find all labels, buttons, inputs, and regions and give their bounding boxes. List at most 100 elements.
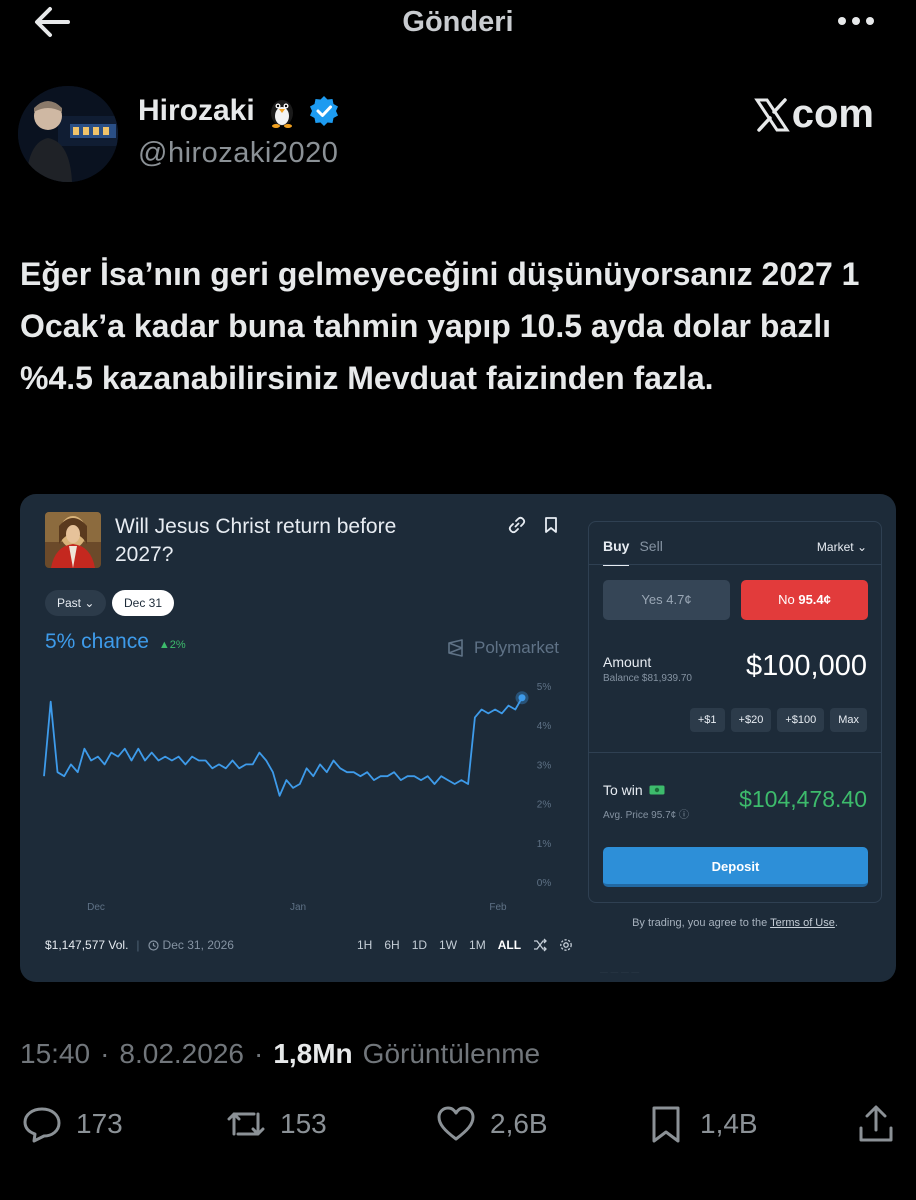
chance-readout: 5% chance ▲2% bbox=[45, 630, 186, 654]
chance-value: 5% chance bbox=[45, 630, 149, 653]
deposit-button[interactable]: Deposit bbox=[603, 847, 868, 887]
tweet-date[interactable]: 8.02.2026 bbox=[119, 1038, 244, 1070]
polymarket-logo-icon bbox=[448, 639, 463, 657]
separator: · bbox=[100, 1038, 110, 1069]
range-1d[interactable]: 1D bbox=[412, 938, 427, 952]
order-type-label: Market bbox=[816, 540, 854, 554]
chip-plus-100[interactable]: +$100 bbox=[777, 708, 825, 732]
x-logo-icon bbox=[753, 97, 790, 132]
tab-sell[interactable]: Sell bbox=[639, 538, 662, 554]
link-icon[interactable] bbox=[508, 516, 526, 534]
tweet-time[interactable]: 15:40 bbox=[20, 1038, 90, 1070]
shuffle-icon[interactable] bbox=[533, 938, 547, 952]
x-com-watermark: com bbox=[753, 92, 874, 137]
order-type-dropdown[interactable]: Market ⌄ bbox=[817, 540, 867, 554]
to-win-row: To win bbox=[603, 782, 665, 798]
chip-max[interactable]: Max bbox=[830, 708, 867, 732]
amount-label: Amount bbox=[603, 654, 652, 670]
amount-input[interactable]: $100,000 bbox=[746, 650, 867, 683]
repost-icon bbox=[227, 1112, 265, 1136]
amount-chips: +$1 +$20 +$100 Max bbox=[689, 708, 867, 732]
chip-plus-1[interactable]: +$1 bbox=[689, 708, 725, 732]
money-icon bbox=[649, 785, 665, 795]
reply-icon bbox=[23, 1107, 61, 1143]
filter-date-pill[interactable]: Dec 31 bbox=[112, 590, 175, 616]
range-1h[interactable]: 1H bbox=[357, 938, 372, 952]
share-icon bbox=[859, 1105, 893, 1142]
to-win-label: To win bbox=[603, 782, 643, 798]
range-all[interactable]: ALL bbox=[498, 938, 521, 952]
range-1m[interactable]: 1M bbox=[469, 938, 486, 952]
terms-suffix: . bbox=[834, 917, 838, 929]
bookmark-icon bbox=[652, 1106, 680, 1143]
range-1w[interactable]: 1W bbox=[439, 938, 457, 952]
balance-text: Balance $81,939.70 bbox=[603, 673, 692, 684]
divider bbox=[589, 564, 881, 565]
probability-chart[interactable]: 5% 4% 3% 2% 1% 0% Dec Jan Feb bbox=[40, 674, 560, 914]
end-date-text: Dec 31, 2026 bbox=[162, 938, 234, 952]
repost-button[interactable]: 153 bbox=[226, 1104, 327, 1144]
no-label: No bbox=[778, 592, 795, 607]
separator: · bbox=[253, 1038, 264, 1069]
x-com-text: com bbox=[791, 92, 874, 136]
top-bar: Gönderi bbox=[0, 0, 916, 44]
repost-count: 153 bbox=[280, 1108, 327, 1139]
trade-panel: Buy Sell Market ⌄ Yes 4.7¢ No 95.4¢ Amou… bbox=[588, 521, 882, 903]
chip-plus-20[interactable]: +$20 bbox=[730, 708, 772, 732]
bookmark-count: 1,4B bbox=[700, 1108, 758, 1139]
heart-icon bbox=[437, 1106, 475, 1141]
y-tick-label: 1% bbox=[537, 839, 552, 850]
end-date: Dec 31, 2026 bbox=[147, 938, 234, 952]
share-button[interactable] bbox=[856, 1104, 896, 1144]
y-tick-label: 2% bbox=[537, 800, 552, 811]
bookmark-button[interactable]: 1,4B bbox=[646, 1104, 758, 1144]
y-tick-label: 0% bbox=[537, 878, 552, 889]
y-tick-label: 3% bbox=[537, 760, 552, 771]
author-handle[interactable]: @hirozaki2020 bbox=[138, 137, 338, 170]
market-actions bbox=[508, 516, 560, 534]
polymarket-brand: Polymarket bbox=[446, 638, 559, 658]
y-tick-label: 4% bbox=[537, 721, 552, 732]
page-title: Gönderi bbox=[402, 6, 514, 38]
terms-link[interactable]: Terms of Use bbox=[770, 917, 835, 929]
reply-button[interactable]: 173 bbox=[22, 1104, 123, 1144]
verified-badge-icon bbox=[309, 96, 338, 126]
x-tick-label: Jan bbox=[290, 902, 306, 913]
author-name[interactable]: Hirozaki bbox=[138, 94, 255, 128]
payout-value: $104,478.40 bbox=[739, 786, 867, 812]
filter-past-dropdown[interactable]: Past ⌄ bbox=[45, 590, 107, 616]
polymarket-card[interactable]: Will Jesus Christ return before 2027? Pa… bbox=[20, 494, 896, 982]
market-volume-row: $1,147,577 Vol. | Dec 31, 2026 bbox=[45, 938, 234, 952]
market-question[interactable]: Will Jesus Christ return before 2027? bbox=[115, 513, 435, 569]
polymarket-brand-text: Polymarket bbox=[474, 638, 560, 657]
bookmark-icon[interactable] bbox=[542, 516, 560, 534]
tweet-meta: 15:40 · 8.02.2026 · 1,8Mn Görüntülenme bbox=[20, 1038, 540, 1070]
like-button[interactable]: 2,6B bbox=[436, 1104, 548, 1144]
info-icon[interactable]: ⓘ bbox=[679, 810, 689, 821]
range-6h[interactable]: 6H bbox=[384, 938, 399, 952]
filter-past-label: Past bbox=[57, 596, 82, 610]
chevron-down-icon: ⌄ bbox=[84, 596, 95, 610]
avg-price: Avg. Price 95.7¢ bbox=[603, 810, 677, 821]
terms-text: By trading, you agree to the Terms of Us… bbox=[588, 917, 882, 929]
buy-no-button[interactable]: No 95.4¢ bbox=[741, 580, 868, 620]
trade-tabs: Buy Sell bbox=[603, 538, 663, 566]
yes-label: Yes bbox=[641, 592, 663, 607]
views-count: 1,8Mn bbox=[273, 1038, 353, 1069]
y-tick-label: 5% bbox=[537, 682, 552, 693]
author-name-row[interactable]: Hirozaki bbox=[138, 94, 339, 128]
volume: $1,147,577 Vol. bbox=[45, 938, 129, 952]
terms-prefix: By trading, you agree to the bbox=[632, 917, 768, 929]
avatar[interactable] bbox=[18, 86, 118, 182]
tweet-text: Eğer İsa’nın geri gelmeyeceğini düşünüyo… bbox=[20, 256, 860, 396]
reply-count: 173 bbox=[76, 1108, 123, 1139]
x-tick-label: Dec bbox=[87, 902, 105, 913]
settings-icon[interactable] bbox=[559, 938, 573, 952]
clock-icon bbox=[147, 939, 159, 951]
clipped-text: ▔ ▔ ▔ ▔ bbox=[600, 972, 640, 982]
tab-buy[interactable]: Buy bbox=[603, 538, 630, 566]
chance-delta: ▲2% bbox=[158, 639, 186, 651]
buy-yes-button[interactable]: Yes 4.7¢ bbox=[603, 580, 730, 620]
more-horizontal-icon[interactable] bbox=[836, 14, 876, 28]
yes-price: 4.7¢ bbox=[666, 592, 692, 607]
